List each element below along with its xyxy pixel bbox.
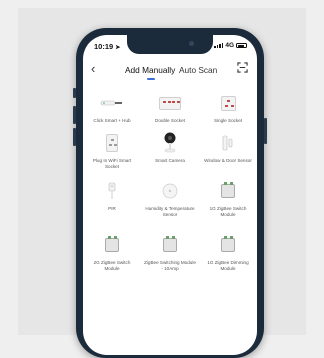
- device-label: Double Socket: [155, 118, 185, 123]
- pir-sensor-icon: [99, 179, 125, 203]
- phone-button: [73, 128, 76, 146]
- switch-module-icon: [157, 233, 183, 257]
- network-label: 4G: [225, 42, 234, 49]
- hub-icon: [99, 91, 125, 115]
- device-item[interactable]: 1G ZigBee Dimming Module: [199, 233, 257, 272]
- device-item[interactable]: Smart Camera: [141, 131, 199, 164]
- status-indicators: 4G: [214, 42, 247, 49]
- device-label: 1G ZigBee Switch Module: [209, 206, 247, 217]
- device-item[interactable]: 2G ZigBee Switch Module: [83, 233, 141, 272]
- phone-frame: 10:19 ➤ 4G ‹ Add Manually Auto Scan Clic…: [73, 28, 267, 358]
- device-label: Smart Camera: [155, 158, 185, 163]
- location-arrow-icon: ➤: [115, 45, 121, 51]
- device-label: ZigBee Switching Module - 10Amp: [144, 260, 196, 271]
- phone-button: [264, 118, 267, 144]
- double-socket-icon: [157, 91, 183, 115]
- phone-button: [73, 88, 76, 98]
- status-time: 10:19 ➤: [94, 42, 120, 51]
- device-label: PIR: [108, 206, 116, 211]
- tab-auto-scan[interactable]: Auto Scan: [179, 66, 217, 75]
- device-item[interactable]: Plug In WiFi Smart Socket: [83, 131, 141, 170]
- switch-module-icon: [215, 179, 241, 203]
- app-screen: 10:19 ➤ 4G ‹ Add Manually Auto Scan Clic…: [83, 35, 257, 355]
- device-item[interactable]: Single Socket: [199, 91, 257, 124]
- device-label: 2G ZigBee Switch Module: [93, 260, 131, 271]
- status-time-text: 10:19: [94, 42, 114, 51]
- plug-socket-icon: [99, 131, 125, 155]
- battery-icon: [236, 43, 247, 48]
- camera-dot: [189, 41, 194, 46]
- door-sensor-icon: [215, 131, 241, 155]
- camera-icon: [157, 131, 183, 155]
- device-item[interactable]: Click Smart + Hub: [83, 91, 141, 124]
- humidity-sensor-icon: [157, 179, 183, 203]
- device-label: Window & Door Sensor: [204, 158, 252, 163]
- device-item[interactable]: Window & Door Sensor: [199, 131, 257, 164]
- device-item[interactable]: PIR: [83, 179, 141, 212]
- device-item[interactable]: 1G ZigBee Switch Module: [199, 179, 257, 218]
- phone-notch: [127, 35, 213, 54]
- device-item[interactable]: Double Socket: [141, 91, 199, 124]
- phone-button: [73, 106, 76, 124]
- dimming-module-icon: [215, 233, 241, 257]
- device-label: Humidity & Temperature Sensor: [145, 206, 195, 217]
- device-label: Click Smart + Hub: [93, 118, 131, 123]
- switch-module-icon: [99, 233, 125, 257]
- signal-icon: [214, 43, 224, 48]
- device-item[interactable]: Humidity & Temperature Sensor: [141, 179, 199, 218]
- device-label: 1G ZigBee Dimming Module: [207, 260, 249, 271]
- single-socket-icon: [215, 91, 241, 115]
- device-item[interactable]: ZigBee Switching Module - 10Amp: [141, 233, 199, 272]
- device-label: Plug In WiFi Smart Socket: [92, 158, 132, 169]
- scan-icon[interactable]: [237, 62, 248, 73]
- back-chevron-icon[interactable]: ‹: [91, 62, 95, 75]
- device-label: Single Socket: [213, 118, 243, 123]
- active-tab-indicator: [147, 78, 155, 80]
- tab-add-manually[interactable]: Add Manually: [125, 66, 175, 75]
